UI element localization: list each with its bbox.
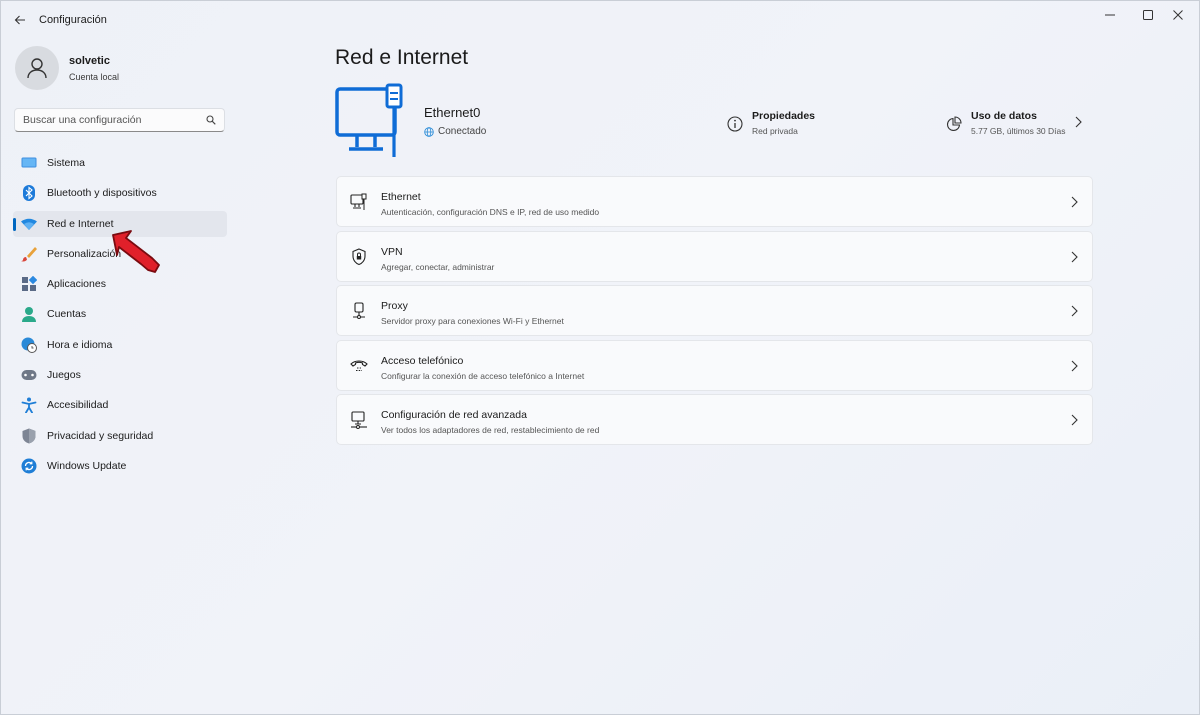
sidebar-item-label: Privacidad y seguridad xyxy=(47,429,154,442)
sidebar-item-label: Cuentas xyxy=(47,308,87,321)
person-icon xyxy=(21,306,37,323)
settings-window: Configuración solvetic Cuenta local Busc… xyxy=(0,0,1200,715)
brush-icon xyxy=(21,246,37,262)
proxy-card[interactable]: Proxy Servidor proxy para conexiones Wi-… xyxy=(336,285,1093,336)
card-subtitle: Configurar la conexión de acceso telefón… xyxy=(381,370,585,381)
data-usage-title: Uso de datos xyxy=(971,110,1037,122)
chevron-right-icon xyxy=(1071,251,1078,262)
sidebar-item-label: Aplicaciones xyxy=(47,278,106,291)
connection-name: Ethernet0 xyxy=(424,105,481,120)
title-bar: Configuración xyxy=(1,1,1199,39)
app-title: Configuración xyxy=(39,14,107,26)
maximize-icon xyxy=(1143,10,1153,20)
chevron-right-icon xyxy=(1075,116,1082,128)
data-usage-link[interactable]: Uso de datos 5.77 GB, últimos 30 Días xyxy=(946,110,1082,136)
sidebar-item-label: Accesibilidad xyxy=(47,399,109,412)
sidebar-item-hora-e-idioma[interactable]: Hora e idioma xyxy=(13,332,227,358)
proxy-icon xyxy=(350,302,368,320)
gamepad-icon xyxy=(21,367,37,383)
search-box[interactable] xyxy=(14,108,225,132)
chevron-right-icon xyxy=(1071,360,1078,371)
card-subtitle: Autenticación, configuración DNS e IP, r… xyxy=(381,207,600,217)
sidebar-item-label: Bluetooth y dispositivos xyxy=(47,187,157,200)
search-icon xyxy=(206,115,216,125)
shield-icon xyxy=(21,428,37,444)
sidebar-item-label: Windows Update xyxy=(47,459,127,472)
properties-title: Propiedades xyxy=(752,110,816,122)
connection-status: Conectado xyxy=(424,126,486,137)
profile-name: solvetic xyxy=(69,54,110,67)
data-usage-subtitle: 5.77 GB, últimos 30 Días xyxy=(971,126,1066,136)
close-icon xyxy=(1173,10,1183,20)
sidebar-item-privacidad[interactable]: Privacidad y seguridad xyxy=(13,423,227,449)
pie-chart-icon xyxy=(947,116,962,131)
globe-clock-icon xyxy=(21,337,37,353)
card-title: VPN xyxy=(381,245,403,258)
back-arrow-icon xyxy=(14,15,25,25)
connection-summary: Ethernet0 Conectado Propiedades Red priv… xyxy=(335,83,1093,159)
person-icon xyxy=(27,58,47,79)
wifi-icon xyxy=(21,216,37,232)
profile-account-type: Cuenta local xyxy=(69,71,120,82)
ethernet-card[interactable]: Ethernet Autenticación, configuración DN… xyxy=(336,176,1093,227)
hand-pointer-icon xyxy=(112,230,160,273)
card-subtitle: Servidor proxy para conexiones Wi-Fi y E… xyxy=(381,316,564,326)
properties-subtitle: Red privada xyxy=(752,126,798,136)
card-title: Ethernet xyxy=(381,191,421,203)
card-title: Acceso telefónico xyxy=(381,354,464,367)
dialup-card[interactable]: Acceso telefónico Configurar la conexión… xyxy=(336,339,1093,391)
sidebar-item-label: Juegos xyxy=(47,369,81,382)
system-icon xyxy=(21,155,37,171)
vpn-shield-icon xyxy=(350,247,368,266)
sidebar-item-cuentas[interactable]: Cuentas xyxy=(13,301,227,327)
apps-icon xyxy=(21,276,37,292)
connection-status-label: Conectado xyxy=(438,126,487,137)
card-title: Proxy xyxy=(381,300,408,312)
page-title: Red e Internet xyxy=(335,46,469,69)
card-title: Configuración de red avanzada xyxy=(381,409,527,421)
close-button[interactable] xyxy=(1155,1,1200,29)
search-input[interactable] xyxy=(23,114,206,126)
globe-icon xyxy=(424,126,434,137)
back-button[interactable] xyxy=(9,9,31,31)
settings-cards: Ethernet Autenticación, configuración DN… xyxy=(336,176,1093,449)
sidebar-item-sistema[interactable]: Sistema xyxy=(13,150,227,176)
sidebar-item-windows-update[interactable]: Windows Update xyxy=(13,453,227,479)
sidebar-nav: Sistema Bluetooth y dispositivos Red e I… xyxy=(13,150,227,483)
sidebar-item-bluetooth[interactable]: Bluetooth y dispositivos xyxy=(13,180,227,206)
chevron-right-icon xyxy=(1071,305,1078,317)
advanced-network-icon xyxy=(350,411,368,429)
user-profile[interactable]: solvetic Cuenta local xyxy=(15,45,119,91)
update-icon xyxy=(21,458,37,474)
advanced-network-card[interactable]: Configuración de red avanzada Ver todos … xyxy=(336,394,1093,445)
vpn-card[interactable]: VPN Agregar, conectar, administrar xyxy=(336,230,1093,282)
accessibility-icon xyxy=(21,397,37,414)
properties-link[interactable]: Propiedades Red privada xyxy=(727,110,815,136)
dialup-icon xyxy=(350,357,368,375)
bluetooth-icon xyxy=(21,185,37,202)
chevron-right-icon xyxy=(1071,196,1078,208)
sidebar-item-accesibilidad[interactable]: Accesibilidad xyxy=(13,392,227,418)
sidebar-item-label: Red e Internet xyxy=(47,217,114,230)
minimize-icon xyxy=(1105,14,1115,16)
ethernet-icon xyxy=(350,193,368,211)
sidebar-item-juegos[interactable]: Juegos xyxy=(13,362,227,388)
info-icon xyxy=(727,116,743,132)
sidebar-item-label: Sistema xyxy=(47,157,85,169)
sidebar-item-label: Hora e idioma xyxy=(47,338,113,351)
network-computer-icon xyxy=(335,83,403,157)
card-subtitle: Agregar, conectar, administrar xyxy=(381,261,495,272)
avatar xyxy=(15,46,59,90)
card-subtitle: Ver todos los adaptadores de red, restab… xyxy=(381,425,600,435)
chevron-right-icon xyxy=(1071,414,1078,426)
